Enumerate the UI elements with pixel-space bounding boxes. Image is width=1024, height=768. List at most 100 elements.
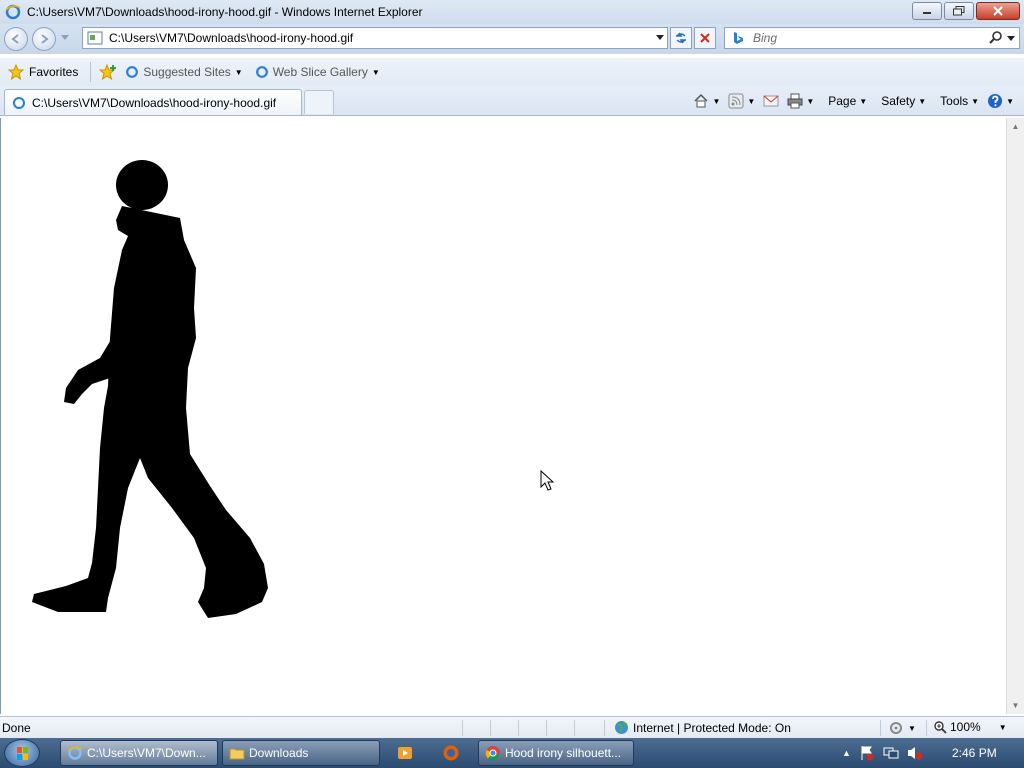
- new-tab-button[interactable]: [304, 90, 334, 114]
- help-button[interactable]: ▼: [985, 91, 1016, 111]
- back-button[interactable]: [4, 27, 28, 51]
- window-title: C:\Users\VM7\Downloads\hood-irony-hood.g…: [27, 5, 423, 19]
- scroll-down-button[interactable]: ▼: [1007, 697, 1024, 714]
- chrome-icon: [485, 746, 500, 761]
- suggested-sites-button[interactable]: Suggested Sites ▼: [125, 65, 243, 79]
- add-ons-icon: [890, 722, 902, 734]
- ie-icon: [255, 66, 268, 78]
- recent-pages-dropdown[interactable]: [61, 35, 69, 41]
- ie-icon: [126, 66, 139, 78]
- separator: [90, 62, 92, 82]
- start-button[interactable]: [4, 739, 40, 767]
- show-hidden-icons-button[interactable]: ▲: [842, 748, 851, 758]
- media-player-button[interactable]: [394, 742, 416, 764]
- status-divider: [462, 720, 463, 736]
- scroll-up-button[interactable]: ▲: [1007, 118, 1024, 135]
- address-dropdown[interactable]: [653, 35, 667, 41]
- status-bar: Done Internet | Protected Mode: On ▼ 100…: [0, 716, 1024, 738]
- page-menu[interactable]: Page ▼: [826, 91, 869, 111]
- page-icon: [87, 31, 103, 45]
- firefox-button[interactable]: [440, 742, 462, 764]
- firefox-icon: [443, 745, 459, 761]
- safety-menu[interactable]: Safety ▼: [879, 91, 928, 111]
- manage-add-ons-button[interactable]: ▼: [888, 720, 916, 736]
- stop-icon: [700, 33, 710, 43]
- chevron-down-icon: ▼: [1006, 96, 1014, 106]
- status-divider: [574, 720, 575, 736]
- mail-icon: [763, 95, 779, 107]
- chevron-down-icon: ▼: [371, 67, 380, 77]
- chevron-down-icon: ▼: [908, 723, 916, 733]
- address-bar[interactable]: C:\Users\VM7\Downloads\hood-irony-hood.g…: [82, 27, 668, 49]
- add-to-favorites-bar-button[interactable]: [99, 64, 117, 80]
- action-center-icon[interactable]: [859, 745, 875, 761]
- address-url[interactable]: C:\Users\VM7\Downloads\hood-irony-hood.g…: [109, 31, 653, 45]
- minimize-button[interactable]: [912, 2, 942, 20]
- taskbar-item-chrome[interactable]: Hood irony silhouett...: [478, 740, 634, 766]
- navigation-bar: C:\Users\VM7\Downloads\hood-irony-hood.g…: [0, 24, 1024, 54]
- chevron-down-icon: [1007, 36, 1015, 41]
- command-bar: ▼ ▼ ▼ Page ▼ Safety ▼ Tools ▼ ▼: [691, 91, 1016, 111]
- status-divider: [604, 720, 605, 736]
- print-icon: [787, 93, 803, 109]
- chevron-down-icon: ▼: [806, 96, 815, 106]
- status-divider: [546, 720, 547, 736]
- chevron-down-icon: ▼: [998, 722, 1007, 732]
- web-slice-gallery-button[interactable]: Web Slice Gallery ▼: [255, 65, 380, 79]
- tools-menu[interactable]: Tools ▼: [938, 91, 981, 111]
- system-tray: ▲: [842, 738, 923, 768]
- page-menu-label: Page: [828, 94, 857, 108]
- status-divider: [490, 720, 491, 736]
- security-zone[interactable]: Internet | Protected Mode: On: [614, 720, 791, 735]
- taskbar-item-label: Hood irony silhouett...: [505, 746, 622, 760]
- search-box[interactable]: Bing: [724, 27, 1020, 49]
- search-icon: [989, 30, 1002, 44]
- tools-menu-label: Tools: [940, 94, 969, 108]
- search-button[interactable]: [989, 30, 1007, 47]
- favorites-button[interactable]: Favorites: [8, 64, 78, 80]
- status-text: Done: [2, 721, 31, 735]
- close-button[interactable]: [976, 2, 1020, 20]
- status-divider: [926, 720, 927, 736]
- status-divider: [880, 720, 881, 736]
- search-provider-dropdown[interactable]: [1007, 31, 1019, 45]
- print-button[interactable]: ▼: [785, 91, 816, 111]
- walking-man-silhouette-image: [32, 160, 268, 618]
- home-icon: [694, 93, 708, 108]
- window-controls: [912, 2, 1020, 20]
- vertical-scrollbar[interactable]: ▲ ▼: [1006, 118, 1024, 714]
- volume-muted-icon[interactable]: [907, 745, 923, 761]
- page-icon: [13, 96, 25, 109]
- network-icon[interactable]: [883, 745, 899, 761]
- chevron-down-icon: ▼: [859, 96, 868, 106]
- restore-button[interactable]: [944, 2, 974, 20]
- home-button[interactable]: ▼: [691, 91, 722, 111]
- forward-button[interactable]: [32, 27, 56, 51]
- title-bar: C:\Users\VM7\Downloads\hood-irony-hood.g…: [0, 0, 1024, 24]
- media-player-icon: [398, 747, 412, 759]
- read-mail-button[interactable]: [761, 91, 781, 111]
- tab-active[interactable]: C:\Users\VM7\Downloads\hood-irony-hood.g…: [4, 89, 302, 115]
- bing-icon: [734, 32, 743, 44]
- feeds-button[interactable]: ▼: [726, 91, 757, 111]
- help-icon: [988, 94, 1003, 108]
- stop-button[interactable]: [694, 27, 716, 49]
- chevron-down-icon: ▼: [234, 67, 243, 77]
- refresh-button[interactable]: [670, 27, 692, 49]
- safety-menu-label: Safety: [881, 94, 916, 108]
- forward-arrow-icon: [41, 34, 49, 44]
- close-icon: [993, 6, 1003, 16]
- taskbar-item-downloads[interactable]: Downloads: [222, 740, 380, 766]
- status-divider: [518, 720, 519, 736]
- zoom-control[interactable]: 100% ▼: [934, 720, 1007, 734]
- taskbar-clock[interactable]: 2:46 PM: [952, 746, 997, 760]
- search-input[interactable]: Bing: [753, 31, 989, 45]
- rss-icon: [728, 93, 744, 109]
- folder-icon: [229, 748, 245, 760]
- taskbar-item-ie[interactable]: C:\Users\VM7\Down...: [60, 740, 218, 766]
- zoom-level: 100%: [950, 720, 981, 734]
- mouse-cursor-icon: [540, 470, 554, 491]
- taskbar-item-label: Downloads: [249, 746, 309, 760]
- ie-icon: [5, 4, 21, 20]
- favorites-label: Favorites: [29, 65, 79, 79]
